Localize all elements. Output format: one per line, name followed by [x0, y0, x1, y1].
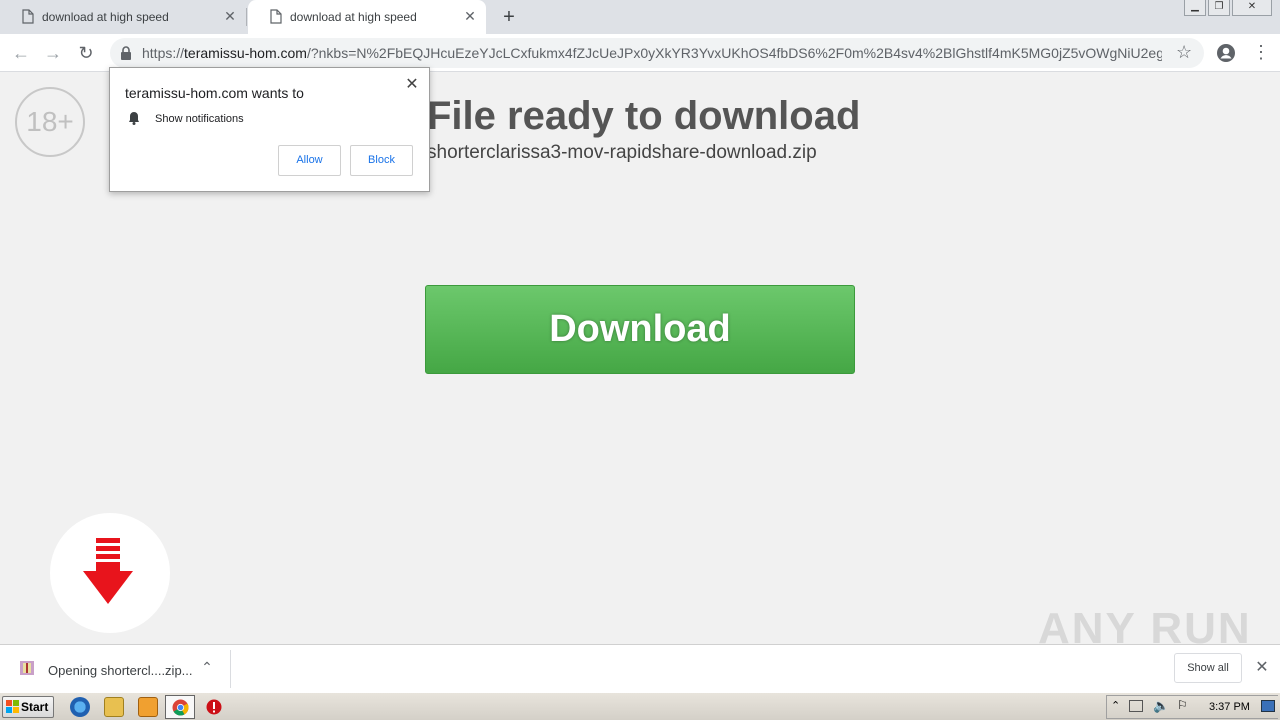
document-icon — [270, 9, 282, 24]
start-button[interactable]: Start — [2, 696, 54, 718]
close-icon[interactable]: ✕ — [403, 74, 421, 94]
minimize-icon[interactable]: ▁ — [1184, 0, 1206, 16]
shelf-divider — [230, 650, 231, 688]
bell-icon — [129, 112, 139, 125]
media-player-icon[interactable] — [138, 697, 158, 717]
show-desktop-icon[interactable] — [1261, 700, 1275, 712]
start-label: Start — [21, 700, 49, 714]
tray-expand-icon[interactable]: ⌃ — [1111, 699, 1120, 712]
chevron-up-icon[interactable]: ⌃ — [198, 659, 216, 676]
download-button[interactable]: Download — [425, 285, 855, 374]
chrome-taskbar-button[interactable] — [165, 695, 195, 719]
chrome-icon — [172, 699, 189, 716]
system-tray: ⌃ 🔈 ⚐ 3:37 PM — [1106, 695, 1278, 719]
new-tab-plus-icon[interactable]: + — [498, 6, 520, 28]
dialog-title: teramissu-hom.com wants to — [125, 85, 304, 101]
permission-label: Show notifications — [155, 113, 244, 125]
address-bar[interactable]: https://teramissu-hom.com/?nkbs=N%2FbEQJ… — [110, 38, 1204, 68]
opera-icon[interactable] — [206, 699, 222, 715]
notification-permission-dialog: teramissu-hom.com wants to ✕ Show notifi… — [109, 67, 430, 192]
file-name: shorterclarissa3-mov-rapidshare-download… — [427, 142, 817, 163]
windows-taskbar: Start ⌃ 🔈 ⚐ 3:37 PM — [0, 692, 1280, 720]
tab-title: download at high speed — [290, 10, 417, 24]
volume-icon[interactable]: 🔈 — [1153, 698, 1169, 714]
lock-icon — [121, 46, 131, 60]
close-icon[interactable]: ✕ — [1252, 657, 1272, 677]
allow-button[interactable]: Allow — [278, 145, 341, 176]
folder-icon[interactable] — [104, 697, 124, 717]
window-close-icon[interactable]: ✕ — [1232, 0, 1272, 16]
tab-strip: download at high speed ✕ download at hig… — [0, 0, 1280, 34]
document-icon — [22, 9, 34, 24]
url-host: teramissu-hom.com — [184, 45, 307, 61]
url-text: https://teramissu-hom.com/?nkbs=N%2FbEQJ… — [142, 45, 1162, 61]
forward-arrow-icon[interactable]: → — [41, 42, 65, 64]
windows-logo-icon — [6, 700, 19, 713]
star-bookmark-icon[interactable]: ☆ — [1176, 42, 1192, 63]
clock: 3:37 PM — [1209, 701, 1250, 713]
tab-title: download at high speed — [42, 10, 169, 24]
page-title: File ready to download — [427, 94, 861, 138]
download-item-label[interactable]: Opening shortercl....zip... — [48, 663, 193, 678]
flag-icon[interactable]: ⚐ — [1177, 698, 1188, 712]
block-button[interactable]: Block — [350, 145, 413, 176]
tab-2-active[interactable]: download at high speed ✕ — [248, 0, 486, 34]
restore-icon[interactable]: ❐ — [1208, 0, 1230, 16]
tab-divider — [246, 8, 247, 26]
close-icon[interactable]: ✕ — [462, 8, 478, 24]
account-icon[interactable] — [1216, 43, 1236, 63]
internet-explorer-icon[interactable] — [70, 697, 90, 717]
network-icon[interactable] — [1129, 700, 1143, 712]
back-arrow-icon[interactable]: ← — [9, 42, 33, 64]
archive-file-icon — [20, 661, 34, 675]
download-arrow-badge[interactable] — [50, 513, 170, 633]
url-path: /?nkbs=N%2FbEQJHcuEzeYJcLCxfukmx4fZJcUeJ… — [306, 45, 1162, 61]
menu-kebab-icon[interactable]: ⋮ — [1252, 42, 1270, 63]
download-shelf: Opening shortercl....zip... ⌃ Show all ✕ — [0, 644, 1280, 692]
reload-icon[interactable]: ↻ — [74, 42, 98, 64]
download-arrow-icon — [83, 538, 133, 604]
show-all-button[interactable]: Show all — [1174, 653, 1242, 683]
url-scheme: https:// — [142, 45, 185, 61]
age-restriction-badge: 18+ — [15, 87, 85, 157]
tab-1[interactable]: download at high speed ✕ — [0, 0, 246, 34]
close-icon[interactable]: ✕ — [222, 8, 238, 24]
